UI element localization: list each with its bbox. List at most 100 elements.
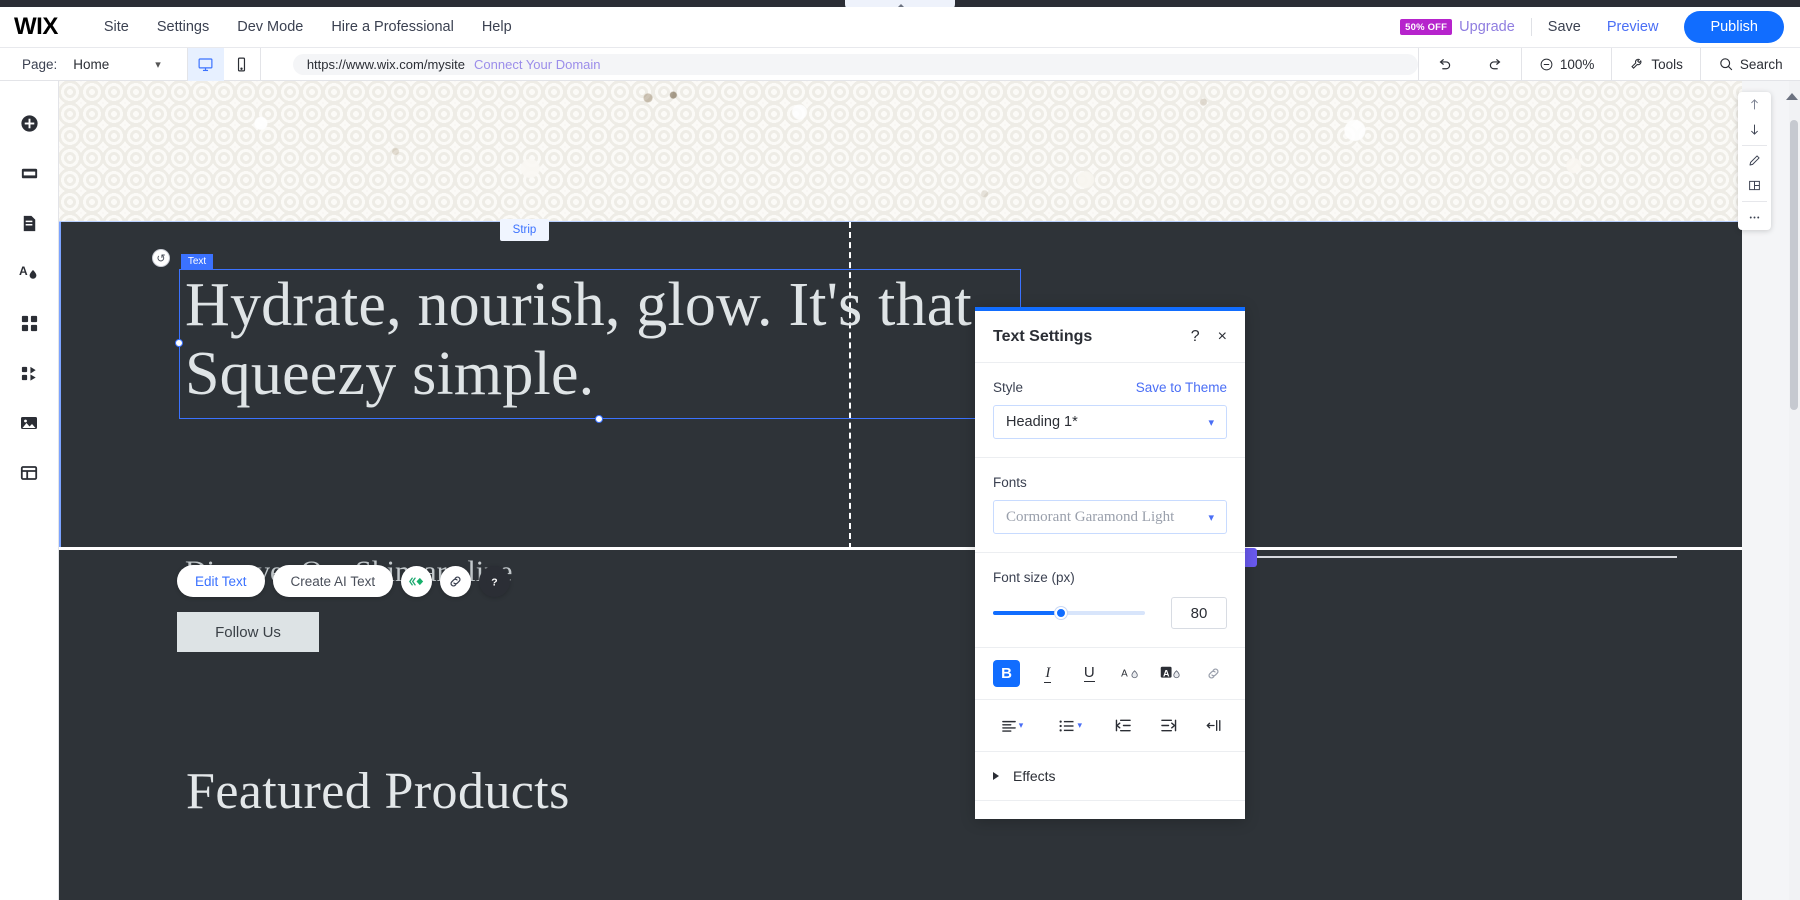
redo-button[interactable]	[1470, 48, 1521, 81]
menu-item-help[interactable]: Help	[468, 19, 526, 35]
slider-knob[interactable]	[1055, 607, 1067, 619]
text-direction-button[interactable]	[1200, 712, 1227, 739]
section-resize-line	[1257, 556, 1677, 558]
close-icon[interactable]: ×	[1218, 329, 1227, 345]
text-element-tag[interactable]: Text	[181, 254, 213, 269]
publish-button[interactable]: Publish	[1684, 11, 1784, 43]
text-color-button[interactable]: A	[1117, 660, 1144, 687]
move-up-icon[interactable]	[1738, 92, 1771, 117]
decrease-indent-button[interactable]	[1110, 712, 1137, 739]
menu-item-dev-mode[interactable]: Dev Mode	[223, 19, 317, 35]
font-size-label: Font size (px)	[993, 570, 1075, 585]
underline-button[interactable]: U	[1076, 660, 1103, 687]
pages-menu-icon[interactable]	[9, 203, 49, 243]
main-header: WIX Site Settings Dev Mode Hire a Profes…	[0, 7, 1800, 48]
add-elements-icon[interactable]	[9, 103, 49, 143]
highlight-color-button[interactable]: A	[1159, 660, 1186, 687]
font-size-input[interactable]: 80	[1171, 597, 1227, 629]
toolbar-divider-2	[1742, 201, 1767, 202]
wix-logo[interactable]: WIX	[14, 15, 58, 39]
slider-fill	[993, 611, 1061, 615]
chevron-down-icon: ▾	[1077, 720, 1082, 731]
editor-canvas[interactable]: Strip ↺ Text Hydrate, nourish, glow. It'…	[59, 81, 1800, 900]
site-preview-area[interactable]: Strip ↺ Text Hydrate, nourish, glow. It'…	[59, 81, 1742, 900]
style-select[interactable]: Heading 1* ▾	[993, 405, 1227, 439]
vertical-scrollbar-thumb[interactable]	[1790, 120, 1798, 410]
font-size-section: Font size (px) 80	[975, 553, 1245, 648]
preview-button[interactable]: Preview	[1607, 19, 1659, 35]
panel-title: Text Settings	[993, 328, 1092, 346]
bold-button[interactable]: B	[993, 660, 1020, 687]
menu-item-hire-a-professional[interactable]: Hire a Professional	[317, 19, 468, 35]
help-icon[interactable]: ?	[479, 566, 510, 597]
font-selected-value: Cormorant Garamond Light	[1006, 509, 1174, 526]
header-actions: 50% OFF Upgrade Save Preview Publish	[1400, 11, 1800, 43]
animation-icon[interactable]	[401, 566, 432, 597]
strip-label-tag[interactable]: Strip	[500, 219, 549, 241]
my-business-icon[interactable]	[9, 353, 49, 393]
layout-icon[interactable]	[1738, 173, 1771, 198]
follow-us-button[interactable]: Follow Us	[177, 612, 319, 652]
connect-domain-link[interactable]: Connect Your Domain	[474, 57, 600, 72]
list-style-button[interactable]: ▾	[1049, 712, 1091, 739]
resize-handle-left[interactable]	[175, 339, 183, 347]
character-spacing-accordion[interactable]: Character & line spacing	[975, 801, 1245, 819]
style-selected-value: Heading 1*	[1006, 414, 1078, 430]
cms-icon[interactable]	[9, 453, 49, 493]
create-ai-text-button[interactable]: Create AI Text	[273, 565, 394, 597]
zoom-level: 100%	[1560, 57, 1595, 72]
text-settings-panel[interactable]: Text Settings ? × Style Save to Theme He…	[975, 307, 1245, 819]
text-mini-toolbar: Edit Text Create AI Text ?	[177, 565, 510, 597]
scroll-up-icon[interactable]	[1786, 93, 1798, 100]
panel-header: Text Settings ? ×	[975, 311, 1245, 363]
fonts-label: Fonts	[993, 475, 1027, 490]
move-down-icon[interactable]	[1738, 117, 1771, 142]
menu-item-settings[interactable]: Settings	[143, 19, 223, 35]
undo-button[interactable]	[1418, 48, 1470, 81]
character-spacing-label: Character & line spacing	[1013, 817, 1166, 819]
desktop-view-button[interactable]	[188, 48, 224, 81]
menu-item-site[interactable]: Site	[90, 19, 143, 35]
save-to-theme-link[interactable]: Save to Theme	[1136, 380, 1227, 395]
search-button[interactable]: Search	[1700, 48, 1800, 81]
text-align-button[interactable]: ▾	[993, 712, 1031, 739]
font-size-slider[interactable]	[993, 611, 1145, 615]
site-url-field[interactable]: https://www.wix.com/mysite Connect Your …	[293, 54, 1418, 75]
add-section-icon[interactable]	[9, 153, 49, 193]
media-icon[interactable]	[9, 403, 49, 443]
upgrade-link[interactable]: Upgrade	[1459, 19, 1515, 35]
tools-button[interactable]: Tools	[1611, 48, 1700, 81]
site-design-icon[interactable]: A	[9, 253, 49, 293]
resize-handle-bottom[interactable]	[595, 415, 603, 423]
page-selector[interactable]: Home	[73, 57, 109, 72]
chevron-down-icon: ▾	[1208, 416, 1214, 429]
effects-accordion[interactable]: Effects	[975, 752, 1245, 801]
help-icon[interactable]: ?	[1191, 329, 1200, 345]
featured-products-title[interactable]: Featured Products	[186, 762, 570, 821]
fonts-section: Fonts Cormorant Garamond Light ▾	[975, 458, 1245, 553]
font-select[interactable]: Cormorant Garamond Light ▾	[993, 500, 1227, 534]
edit-text-button[interactable]: Edit Text	[177, 565, 265, 597]
style-section: Style Save to Theme Heading 1* ▾	[975, 363, 1245, 458]
text-align-row: ▾ ▾	[975, 700, 1245, 752]
rotate-handle[interactable]: ↺	[152, 249, 170, 267]
apps-icon[interactable]	[9, 303, 49, 343]
panel-header-actions: ? ×	[1191, 329, 1227, 345]
italic-button[interactable]: I	[1034, 660, 1061, 687]
more-options-icon[interactable]	[1738, 205, 1771, 230]
link-icon[interactable]	[1200, 660, 1227, 687]
mobile-view-button[interactable]	[224, 48, 260, 81]
promo-badge: 50% OFF	[1400, 19, 1452, 35]
save-button[interactable]: Save	[1548, 19, 1581, 35]
link-icon[interactable]	[440, 566, 471, 597]
increase-indent-button[interactable]	[1155, 712, 1182, 739]
search-label: Search	[1740, 57, 1783, 72]
text-format-row: B I U A A	[975, 648, 1245, 700]
zoom-control[interactable]: 100%	[1521, 48, 1612, 81]
text-selection-box[interactable]	[179, 269, 1021, 419]
page-label: Page:	[22, 57, 57, 72]
section-bottom-border	[59, 547, 1742, 550]
chevron-down-icon[interactable]: ▾	[155, 58, 161, 71]
edit-pencil-icon[interactable]	[1738, 149, 1771, 174]
hero-background-image[interactable]	[59, 81, 1742, 222]
